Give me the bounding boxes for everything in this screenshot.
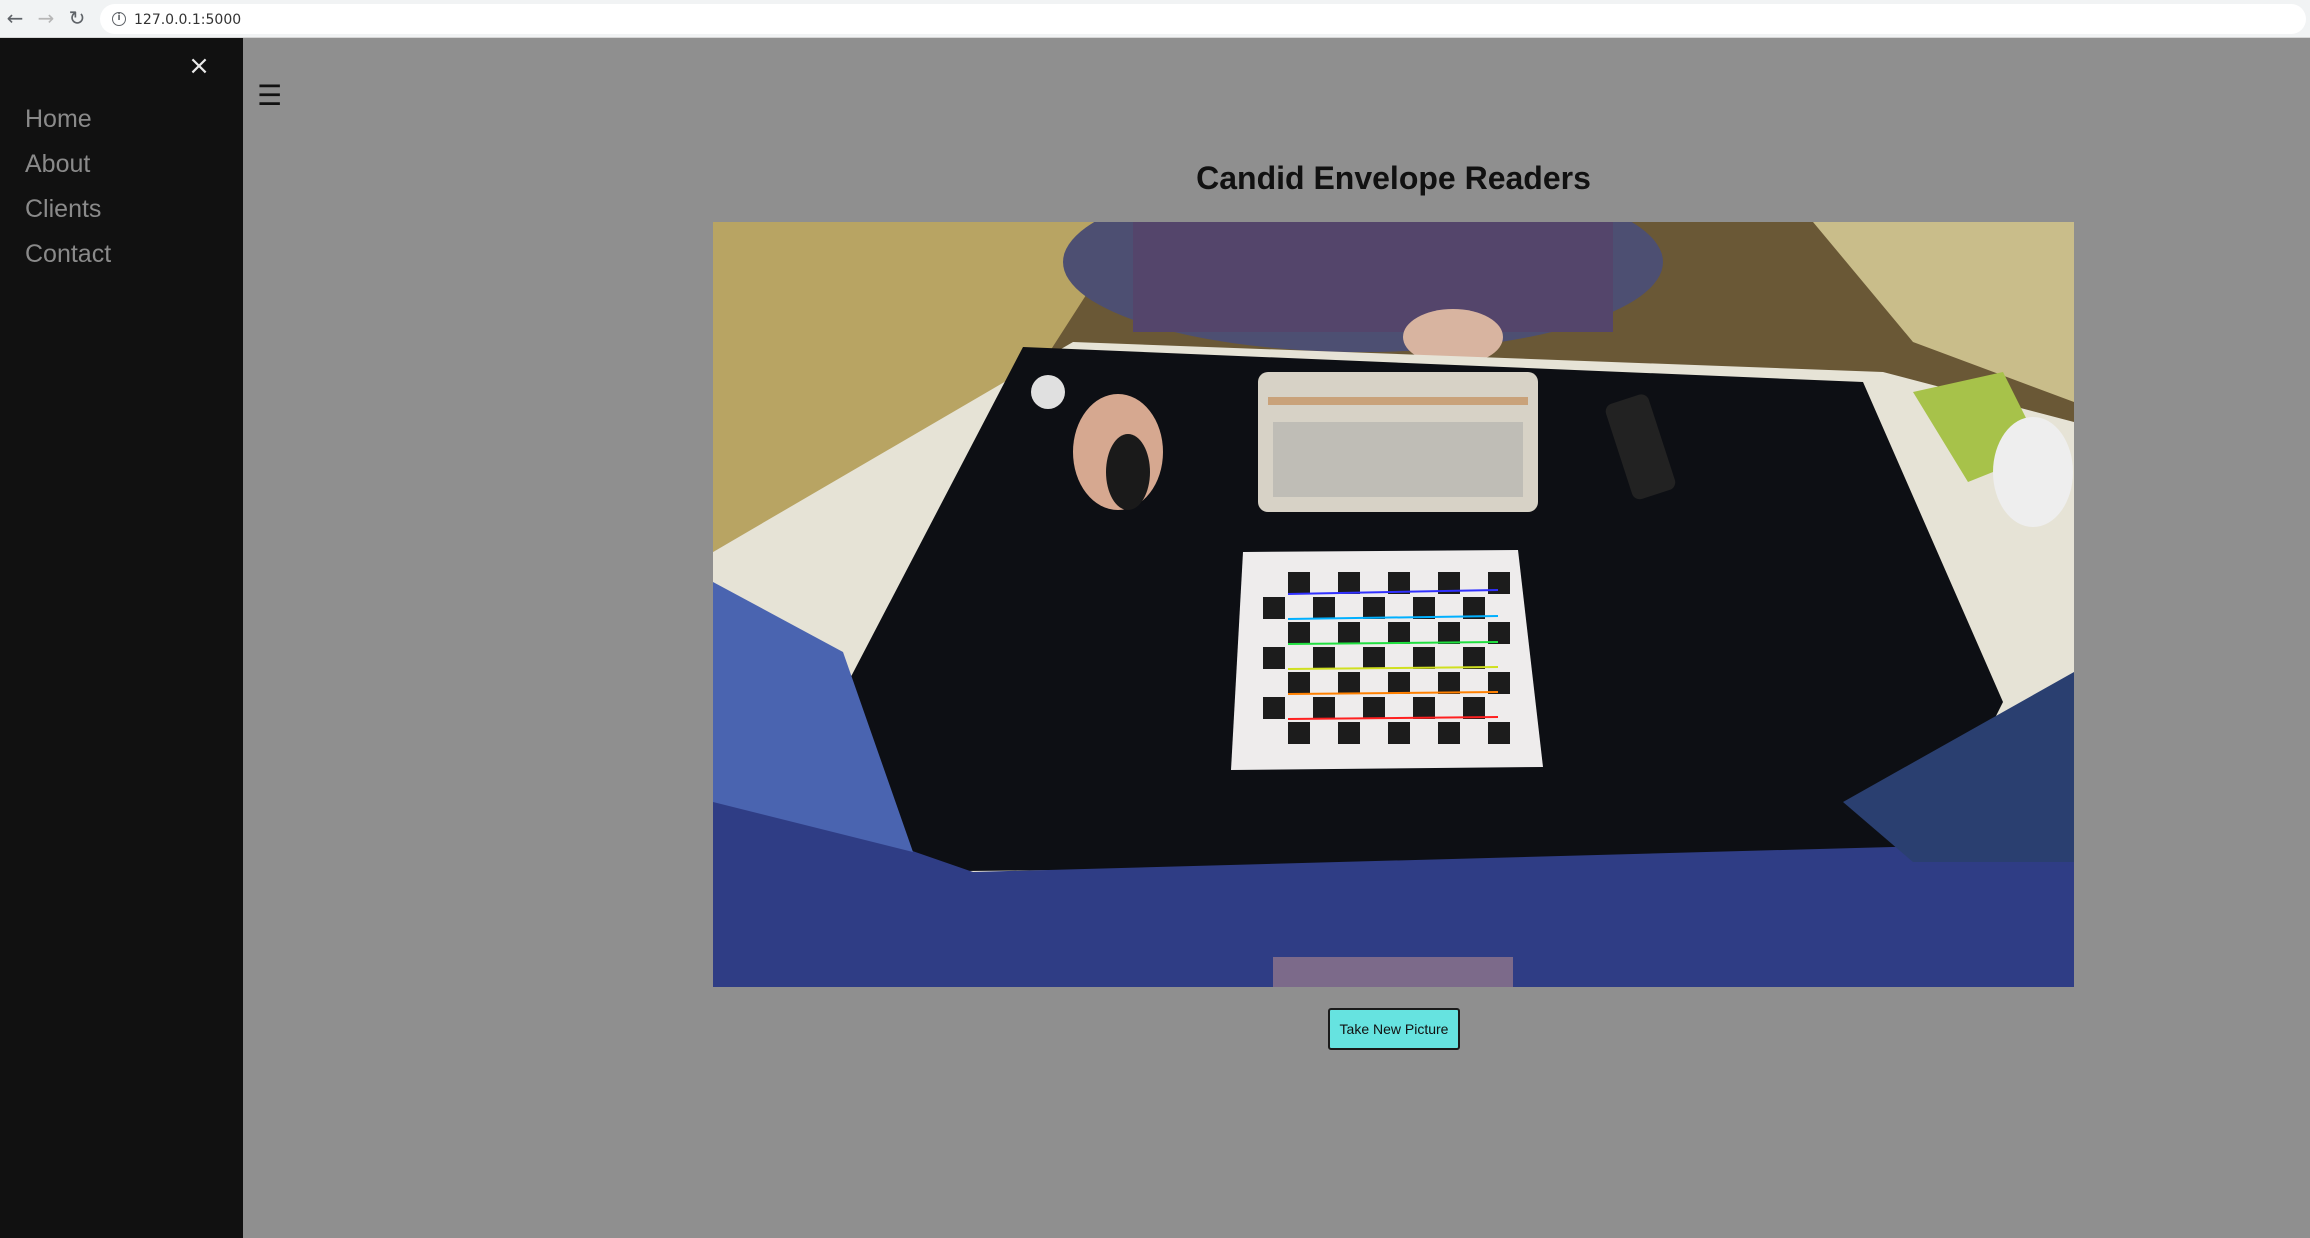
sidebar-item-contact[interactable]: Contact [25,239,111,284]
hamburger-icon[interactable]: ☰ [257,82,282,110]
back-arrow-icon[interactable]: ← [2,5,28,31]
take-new-picture-button[interactable]: Take New Picture [1328,1008,1460,1050]
forward-arrow-icon[interactable]: → [33,5,59,31]
url-text[interactable]: 127.0.0.1:5000 [134,12,241,28]
camera-image [713,222,2074,987]
sidebar-item-clients[interactable]: Clients [25,194,111,239]
address-bar[interactable]: i 127.0.0.1:5000 [100,4,2306,34]
sidebar-menu: Home About Clients Contact [25,104,111,284]
browser-toolbar: ← → ↻ i 127.0.0.1:5000 [0,0,2310,38]
sidebar-item-home[interactable]: Home [25,104,111,149]
reload-icon[interactable]: ↻ [64,5,90,31]
close-icon[interactable]: × [186,52,212,80]
sidebar: × Home About Clients Contact [0,38,243,1238]
page-title: Candid Envelope Readers [1196,160,1591,196]
sidebar-item-about[interactable]: About [25,149,111,194]
info-icon[interactable]: i [112,12,126,26]
